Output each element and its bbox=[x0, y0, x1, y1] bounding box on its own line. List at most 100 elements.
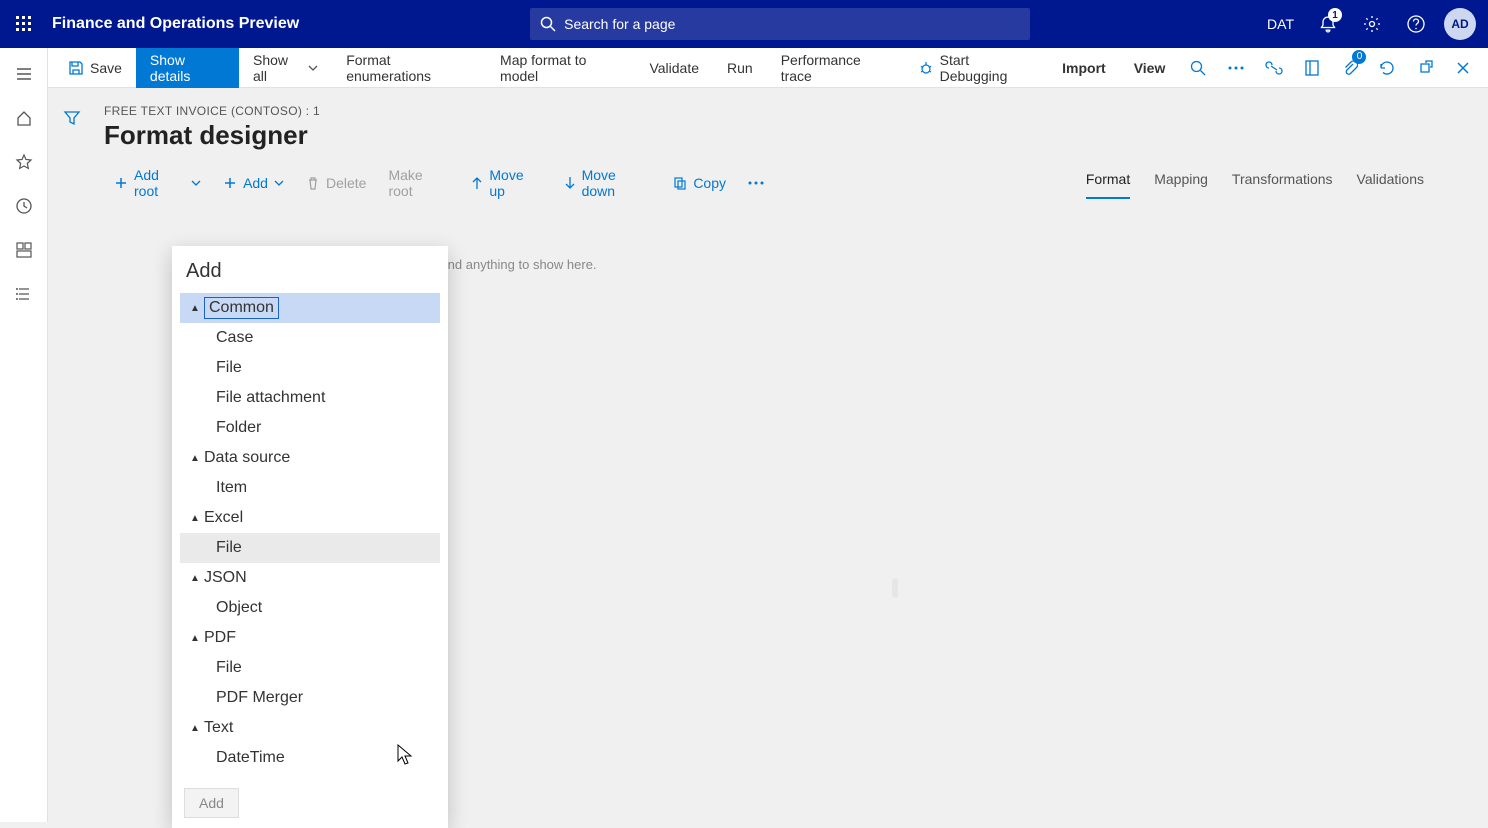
move-up-label: Move up bbox=[489, 167, 541, 199]
format-toolbar: Add root Add Delete bbox=[104, 167, 774, 199]
tree-label: Object bbox=[216, 599, 262, 617]
view-button[interactable]: View bbox=[1120, 48, 1180, 88]
save-button[interactable]: Save bbox=[54, 48, 136, 88]
tree-label: JSON bbox=[204, 569, 247, 587]
options-button[interactable] bbox=[1255, 48, 1293, 88]
ellipsis-icon bbox=[748, 181, 764, 185]
show-all-button[interactable]: Show all bbox=[239, 48, 332, 88]
tree-item[interactable]: PDF Merger bbox=[180, 683, 440, 713]
more-actions-button[interactable] bbox=[1217, 48, 1255, 88]
show-details-label: Show details bbox=[150, 52, 225, 84]
validate-button[interactable]: Validate bbox=[635, 48, 713, 88]
tree-item[interactable]: Numeric bbox=[180, 773, 440, 778]
tree-item[interactable]: DateTime bbox=[180, 743, 440, 773]
filter-icon bbox=[63, 109, 81, 127]
tree-item[interactable]: Case bbox=[180, 323, 440, 353]
notifications-button[interactable]: 1 bbox=[1308, 0, 1348, 48]
tree-item[interactable]: File attachment bbox=[180, 383, 440, 413]
tree-item-excel-file[interactable]: File bbox=[180, 533, 440, 563]
close-icon bbox=[1456, 61, 1470, 75]
move-down-button[interactable]: Move down bbox=[554, 167, 662, 199]
popup-add-button[interactable]: Add bbox=[184, 788, 239, 818]
tab-transformations[interactable]: Transformations bbox=[1232, 167, 1333, 199]
tree-label: Common bbox=[204, 297, 279, 319]
toolbar-more-button[interactable] bbox=[738, 167, 774, 199]
brand-title: Finance and Operations Preview bbox=[52, 15, 299, 33]
run-label: Run bbox=[727, 60, 753, 76]
help-button[interactable] bbox=[1396, 0, 1436, 48]
company-label[interactable]: DAT bbox=[1261, 16, 1304, 32]
delete-button[interactable]: Delete bbox=[296, 167, 376, 199]
perf-trace-label: Performance trace bbox=[781, 52, 890, 84]
refresh-button[interactable] bbox=[1368, 48, 1406, 88]
copy-icon bbox=[673, 176, 687, 190]
tree-group-pdf[interactable]: ▲PDF bbox=[180, 623, 440, 653]
move-up-button[interactable]: Move up bbox=[461, 167, 551, 199]
avatar[interactable]: AD bbox=[1444, 8, 1476, 40]
settings-button[interactable] bbox=[1352, 0, 1392, 48]
tree-label: Folder bbox=[216, 419, 261, 437]
list-icon bbox=[15, 285, 33, 303]
format-enum-label: Format enumerations bbox=[346, 52, 472, 84]
workspaces-button[interactable] bbox=[4, 234, 44, 266]
close-button[interactable] bbox=[1444, 48, 1482, 88]
show-all-label: Show all bbox=[253, 52, 302, 84]
tree-item[interactable]: Object bbox=[180, 593, 440, 623]
tree-item[interactable]: File bbox=[180, 353, 440, 383]
start-debugging-button[interactable]: Start Debugging bbox=[904, 48, 1049, 88]
make-root-button[interactable]: Make root bbox=[378, 167, 459, 199]
gear-icon bbox=[1363, 15, 1381, 33]
hamburger-button[interactable] bbox=[4, 58, 44, 90]
delete-label: Delete bbox=[326, 175, 366, 191]
search-placeholder: Search for a page bbox=[564, 16, 675, 32]
tab-mapping[interactable]: Mapping bbox=[1154, 167, 1208, 199]
popup-tree[interactable]: ▲Common Case File File attachment Folder… bbox=[172, 293, 448, 778]
add-label: Add bbox=[243, 175, 268, 191]
attachments-button[interactable]: 0 bbox=[1331, 48, 1369, 88]
tree-group-common[interactable]: ▲Common bbox=[180, 293, 440, 323]
tree-group-json[interactable]: ▲JSON bbox=[180, 563, 440, 593]
tree-item[interactable]: Folder bbox=[180, 413, 440, 443]
modules-button[interactable] bbox=[4, 278, 44, 310]
add-root-button[interactable]: Add root bbox=[104, 167, 211, 199]
pane-button[interactable] bbox=[1293, 48, 1331, 88]
ellipsis-icon bbox=[1228, 66, 1244, 70]
app-launcher-icon[interactable] bbox=[8, 8, 40, 40]
plus-icon bbox=[114, 176, 128, 190]
search-action-button[interactable] bbox=[1179, 48, 1217, 88]
tree-group-data-source[interactable]: ▲Data source bbox=[180, 443, 440, 473]
pane-icon bbox=[1305, 60, 1319, 76]
copy-button[interactable]: Copy bbox=[663, 167, 736, 199]
filter-button[interactable] bbox=[56, 102, 88, 134]
tree-item[interactable]: Item bbox=[180, 473, 440, 503]
view-label: View bbox=[1134, 60, 1166, 76]
popup-footer: Add bbox=[172, 778, 448, 828]
splitter-handle[interactable] bbox=[892, 578, 898, 598]
recent-button[interactable] bbox=[4, 190, 44, 222]
add-button[interactable]: Add bbox=[213, 167, 294, 199]
import-button[interactable]: Import bbox=[1048, 48, 1120, 88]
tree-item[interactable]: File bbox=[180, 653, 440, 683]
tree-label: PDF Merger bbox=[216, 689, 303, 707]
show-details-button[interactable]: Show details bbox=[136, 48, 239, 88]
perf-trace-button[interactable]: Performance trace bbox=[767, 48, 904, 88]
tree-label: File attachment bbox=[216, 389, 325, 407]
favorites-button[interactable] bbox=[4, 146, 44, 178]
search-input[interactable]: Search for a page bbox=[530, 8, 1030, 40]
format-enumerations-button[interactable]: Format enumerations bbox=[332, 48, 486, 88]
chevron-down-icon bbox=[191, 178, 201, 188]
clock-icon bbox=[15, 197, 33, 215]
home-button[interactable] bbox=[4, 102, 44, 134]
tab-format[interactable]: Format bbox=[1086, 167, 1130, 199]
run-button[interactable]: Run bbox=[713, 48, 767, 88]
main: Save Show details Show all Format enumer… bbox=[48, 48, 1488, 822]
popout-button[interactable] bbox=[1406, 48, 1444, 88]
tree-group-excel[interactable]: ▲Excel bbox=[180, 503, 440, 533]
menu-icon bbox=[15, 65, 33, 83]
search-wrap: Search for a page bbox=[299, 8, 1261, 40]
map-format-button[interactable]: Map format to model bbox=[486, 48, 635, 88]
tree-group-text[interactable]: ▲Text bbox=[180, 713, 440, 743]
tab-validations[interactable]: Validations bbox=[1357, 167, 1424, 199]
tree-label: Text bbox=[204, 719, 233, 737]
refresh-icon bbox=[1379, 60, 1395, 76]
